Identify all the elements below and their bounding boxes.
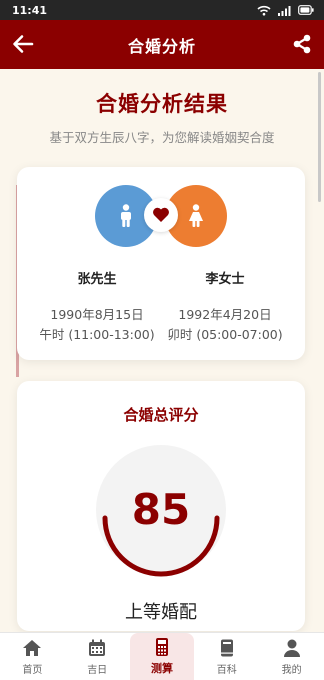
- male-name: 张先生: [77, 272, 117, 287]
- tab-encyclopedia[interactable]: 百科: [194, 633, 259, 680]
- battery-icon: [298, 5, 314, 15]
- calendar-icon: [89, 639, 106, 656]
- share-icon[interactable]: [292, 34, 312, 54]
- app-header: 合婚分析: [0, 20, 324, 69]
- heart-icon: [153, 207, 169, 222]
- male-birth-hour: 午时 (11:00-13:00): [39, 327, 155, 342]
- wifi-icon: [257, 5, 271, 15]
- score-value: 85: [131, 485, 191, 534]
- female-birth-date: 1992年4月20日: [178, 307, 272, 322]
- arrow-left-icon[interactable]: [12, 34, 34, 54]
- tab-home[interactable]: 首页: [0, 633, 65, 680]
- page-subtitle: 基于双方生辰八字，为您解读婚姻契合度: [49, 130, 275, 145]
- book-icon: [220, 639, 233, 656]
- tab-encyclopedia-label: 百科: [216, 664, 237, 676]
- score-level: 上等婚配: [125, 602, 197, 623]
- tab-auspicious-day[interactable]: 吉日: [65, 633, 130, 680]
- status-time: 11:41: [12, 3, 48, 17]
- heart-badge: [144, 198, 178, 232]
- tab-profile-label: 我的: [281, 664, 302, 676]
- female-birth-hour: 卯时 (05:00-07:00): [167, 327, 283, 342]
- male-birth-date: 1990年8月15日: [50, 307, 144, 322]
- female-name: 李女士: [205, 272, 245, 287]
- page-title: 合婚分析结果: [96, 92, 228, 116]
- male-icon: [121, 204, 131, 227]
- tab-profile[interactable]: 我的: [259, 633, 324, 680]
- bottom-tabbar: 首页 吉日 测算 百科 我的: [0, 632, 324, 680]
- home-icon: [23, 639, 42, 656]
- status-bar: 11:41: [0, 0, 324, 20]
- score-card: 合婚总评分 85 上等婚配: [17, 381, 305, 631]
- status-icons: [257, 5, 314, 16]
- tab-calculate[interactable]: 测算: [129, 633, 195, 680]
- tab-home-label: 首页: [22, 664, 43, 676]
- score-title: 合婚总评分: [123, 406, 199, 424]
- female-icon: [189, 204, 203, 227]
- tab-calculate-label: 测算: [150, 662, 173, 675]
- user-icon: [283, 639, 300, 657]
- couple-card: 张先生 1990年8月15日 午时 (11:00-13:00) 李女士 1992…: [17, 167, 305, 360]
- tab-auspicious-day-label: 吉日: [87, 664, 108, 676]
- header-title: 合婚分析: [127, 36, 196, 56]
- calculator-icon: [155, 638, 168, 656]
- signal-icon: [278, 5, 291, 16]
